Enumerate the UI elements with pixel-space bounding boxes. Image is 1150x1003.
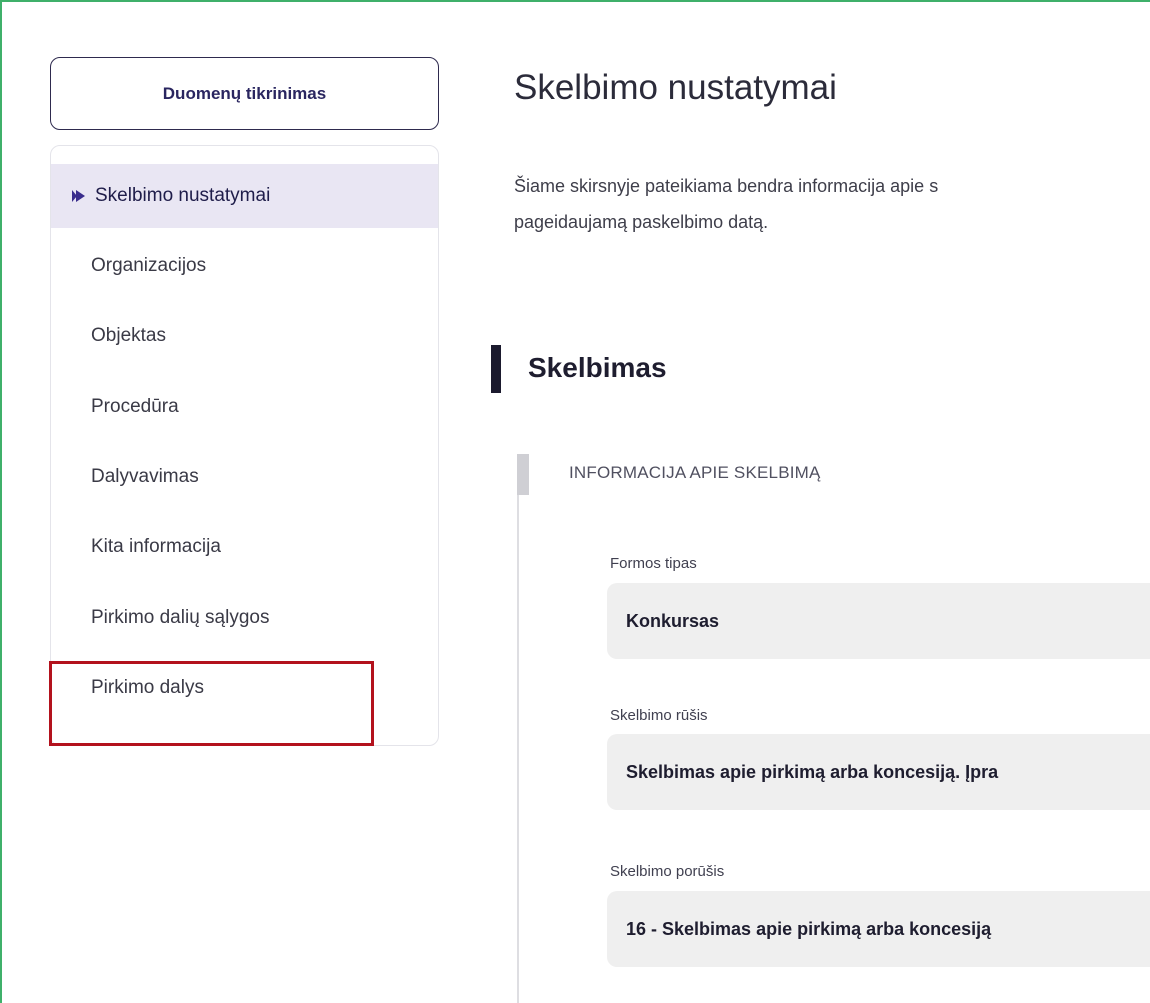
field-skelbimo-rusis[interactable]: Skelbimas apie pirkimą arba koncesiją. Į… — [607, 734, 1150, 810]
sidebar-item-procedura[interactable]: Procedūra — [51, 375, 438, 439]
sidebar-item-label: Procedūra — [91, 396, 179, 417]
sidebar-item-label: Pirkimo dalys — [91, 677, 204, 698]
sidebar-item-objektas[interactable]: Objektas — [51, 304, 438, 368]
sidebar-item-label: Skelbimo nustatymai — [95, 185, 271, 206]
field-skelbimo-porusis[interactable]: 16 - Skelbimas apie pirkimą arba koncesi… — [607, 891, 1150, 967]
sidebar-item-pirkimo-dalys[interactable]: Pirkimo dalys — [51, 656, 438, 720]
sidebar-item-label: Kita informacija — [91, 536, 221, 557]
app-frame: Duomenų tikrinimas Skelbimo nustatymai O… — [0, 0, 1150, 1003]
sidebar-item-organizacijos[interactable]: Organizacijos — [51, 234, 438, 298]
sidebar-item-label: Pirkimo dalių sąlygos — [91, 607, 270, 628]
sidebar-item-skelbimo-nustatymai[interactable]: Skelbimo nustatymai — [51, 164, 438, 228]
field-formos-tipas[interactable]: Konkursas — [607, 583, 1150, 659]
page-title: Skelbimo nustatymai — [514, 68, 837, 107]
subsection-rule — [517, 495, 519, 1003]
subsection-marker — [517, 454, 529, 495]
sidebar-nav: Skelbimo nustatymai Organizacijos Objekt… — [50, 145, 439, 746]
field-label-skelbimo-rusis: Skelbimo rūšis — [610, 707, 708, 724]
field-label-skelbimo-porusis: Skelbimo porūšis — [610, 863, 725, 880]
sidebar-item-pirkimo-daliu-salygos[interactable]: Pirkimo dalių sąlygos — [51, 586, 438, 650]
intro-line: Šiame skirsnyje pateikiama bendra inform… — [514, 176, 939, 196]
section-title: Skelbimas — [528, 352, 667, 383]
sidebar-item-label: Objektas — [91, 325, 166, 346]
sidebar-item-dalyvavimas[interactable]: Dalyvavimas — [51, 445, 438, 509]
sidebar-item-label: Dalyvavimas — [91, 466, 199, 487]
sidebar-item-label: Organizacijos — [91, 255, 207, 276]
sidebar-item-kita-informacija[interactable]: Kita informacija — [51, 515, 438, 579]
chevron-right-icon — [72, 190, 85, 202]
subsection-title: INFORMACIJA APIE SKELBIMĄ — [569, 463, 821, 482]
data-check-button[interactable]: Duomenų tikrinimas — [50, 57, 439, 130]
field-label-formos-tipas: Formos tipas — [610, 555, 697, 572]
intro-line: pageidaujamą paskelbimo datą. — [514, 212, 769, 232]
intro-text: Šiame skirsnyje pateikiama bendra inform… — [514, 168, 1150, 240]
section-marker — [491, 345, 501, 393]
